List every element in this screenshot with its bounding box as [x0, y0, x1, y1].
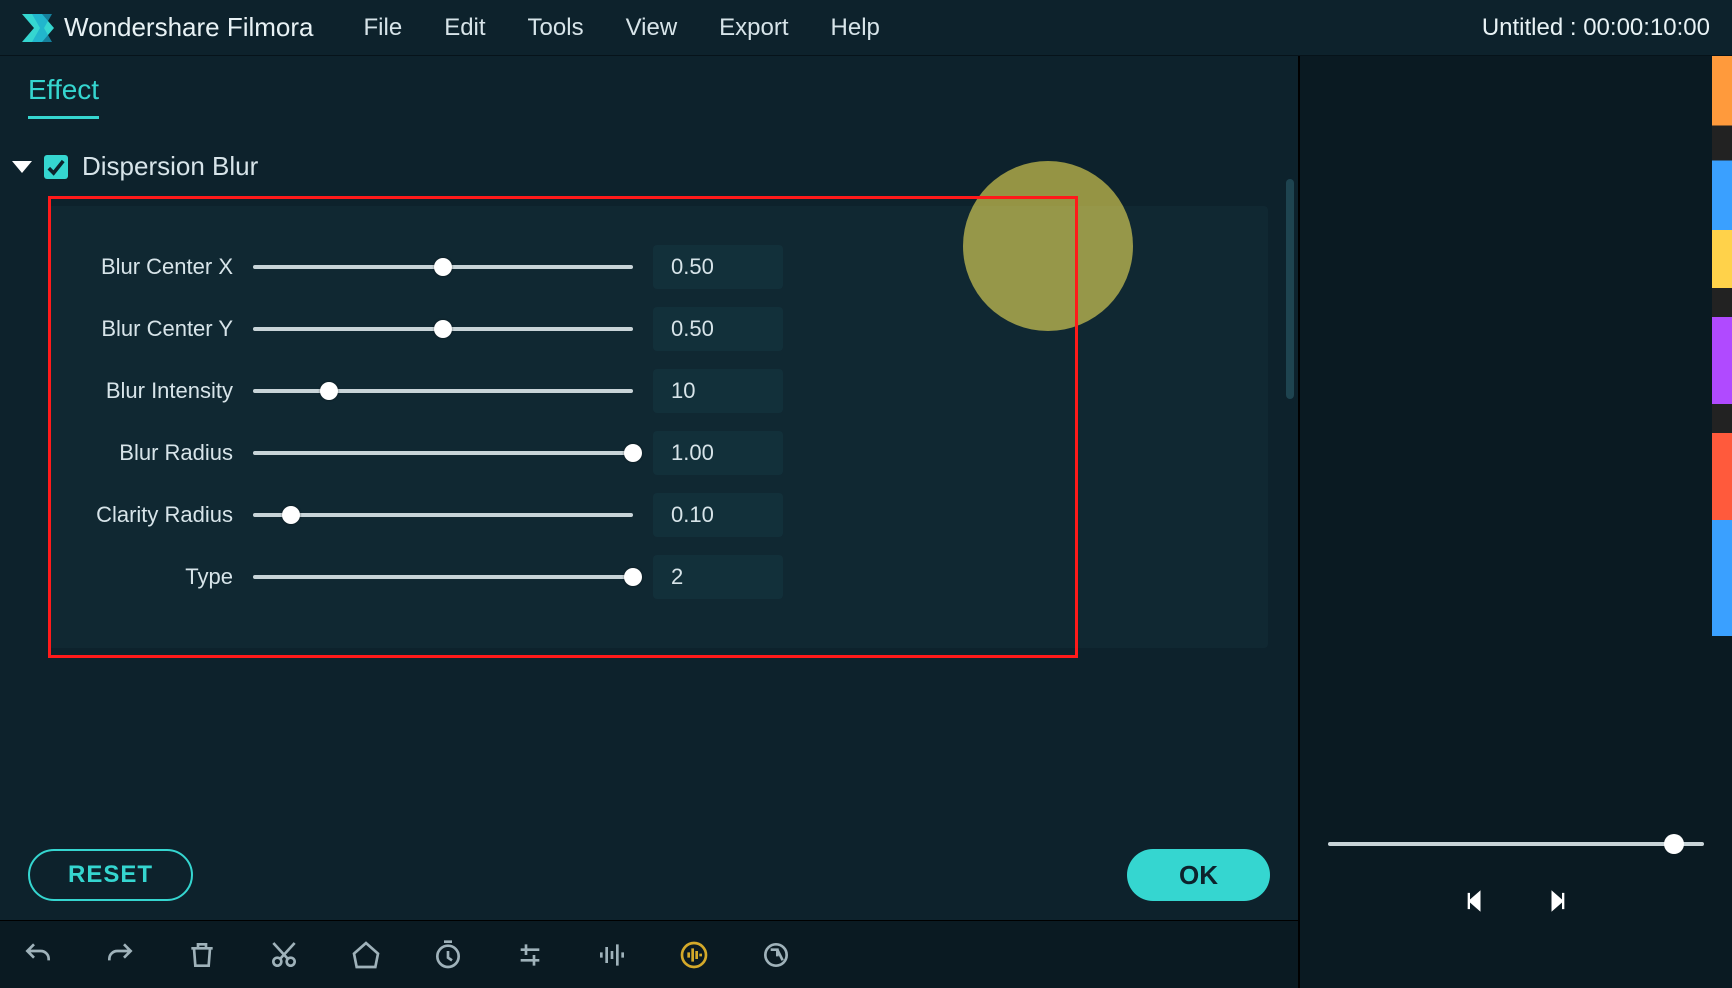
menu-view[interactable]: View	[626, 14, 678, 42]
preview-pane	[1298, 56, 1732, 988]
param-blur-radius: Blur Radius 1.00	[78, 422, 1068, 484]
param-panel: Blur Center X 0.50 Blur Center Y 0.50 Bl…	[48, 206, 1268, 648]
menu-file[interactable]: File	[364, 14, 403, 42]
tab-row: Effect	[0, 56, 1298, 119]
adjust-icon[interactable]	[512, 937, 548, 973]
menu-edit[interactable]: Edit	[444, 14, 485, 42]
disclosure-triangle-icon[interactable]	[12, 161, 32, 173]
param-blur-center-x: Blur Center X 0.50	[78, 236, 1068, 298]
vertical-scrollbar[interactable]	[1286, 179, 1294, 399]
value-blur-center-x[interactable]: 0.50	[653, 245, 783, 289]
effect-body: Dispersion Blur Blur Center X 0.50 Blur …	[0, 119, 1298, 830]
param-label: Blur Intensity	[78, 378, 253, 404]
value-blur-center-y[interactable]: 0.50	[653, 307, 783, 351]
param-label: Type	[78, 564, 253, 590]
slider-type[interactable]	[253, 567, 633, 587]
effect-pane: Effect Dispersion Blur Blur Center X	[0, 56, 1298, 988]
audio-enhance-icon[interactable]	[676, 937, 712, 973]
preview-thumbnail-strip	[1712, 56, 1732, 636]
step-back-icon[interactable]	[1463, 887, 1491, 920]
value-type[interactable]: 2	[653, 555, 783, 599]
cut-icon[interactable]	[266, 937, 302, 973]
project-title: Untitled : 00:00:10:00	[1482, 14, 1710, 42]
slider-clarity-radius[interactable]	[253, 505, 633, 525]
section-checkbox[interactable]	[44, 155, 68, 179]
param-clarity-radius: Clarity Radius 0.10	[78, 484, 1068, 546]
slider-blur-center-x[interactable]	[253, 257, 633, 277]
value-blur-intensity[interactable]: 10	[653, 369, 783, 413]
slider-blur-center-y[interactable]	[253, 319, 633, 339]
tag-icon[interactable]	[348, 937, 384, 973]
value-blur-radius[interactable]: 1.00	[653, 431, 783, 475]
param-label: Blur Center X	[78, 254, 253, 280]
param-blur-center-y: Blur Center Y 0.50	[78, 298, 1068, 360]
menu-export[interactable]: Export	[719, 14, 788, 42]
section-title: Dispersion Blur	[82, 151, 258, 182]
action-row: RESET OK	[0, 830, 1298, 920]
delete-icon[interactable]	[184, 937, 220, 973]
preview-zoom-slider[interactable]	[1328, 842, 1704, 846]
tab-effect[interactable]: Effect	[28, 74, 99, 119]
app-logo-icon	[22, 14, 54, 42]
timeline-toolbar	[0, 920, 1298, 988]
motion-tracking-icon[interactable]	[758, 937, 794, 973]
param-label: Clarity Radius	[78, 502, 253, 528]
param-label: Blur Center Y	[78, 316, 253, 342]
app-title: Wondershare Filmora	[64, 12, 314, 43]
param-label: Blur Radius	[78, 440, 253, 466]
param-blur-intensity: Blur Intensity 10	[78, 360, 1068, 422]
audio-bars-icon[interactable]	[594, 937, 630, 973]
undo-icon[interactable]	[20, 937, 56, 973]
menu-items: File Edit Tools View Export Help	[364, 14, 880, 42]
ok-button[interactable]: OK	[1127, 849, 1270, 901]
value-clarity-radius[interactable]: 0.10	[653, 493, 783, 537]
play-controls	[1300, 887, 1732, 920]
param-type: Type 2	[78, 546, 1068, 608]
menu-help[interactable]: Help	[831, 14, 880, 42]
redo-icon[interactable]	[102, 937, 138, 973]
slider-blur-intensity[interactable]	[253, 381, 633, 401]
step-forward-icon[interactable]	[1541, 887, 1569, 920]
reset-button[interactable]: RESET	[28, 849, 193, 901]
timer-icon[interactable]	[430, 937, 466, 973]
menu-bar: Wondershare Filmora File Edit Tools View…	[0, 0, 1732, 56]
section-header[interactable]: Dispersion Blur	[0, 119, 1268, 206]
slider-blur-radius[interactable]	[253, 443, 633, 463]
menu-tools[interactable]: Tools	[528, 14, 584, 42]
